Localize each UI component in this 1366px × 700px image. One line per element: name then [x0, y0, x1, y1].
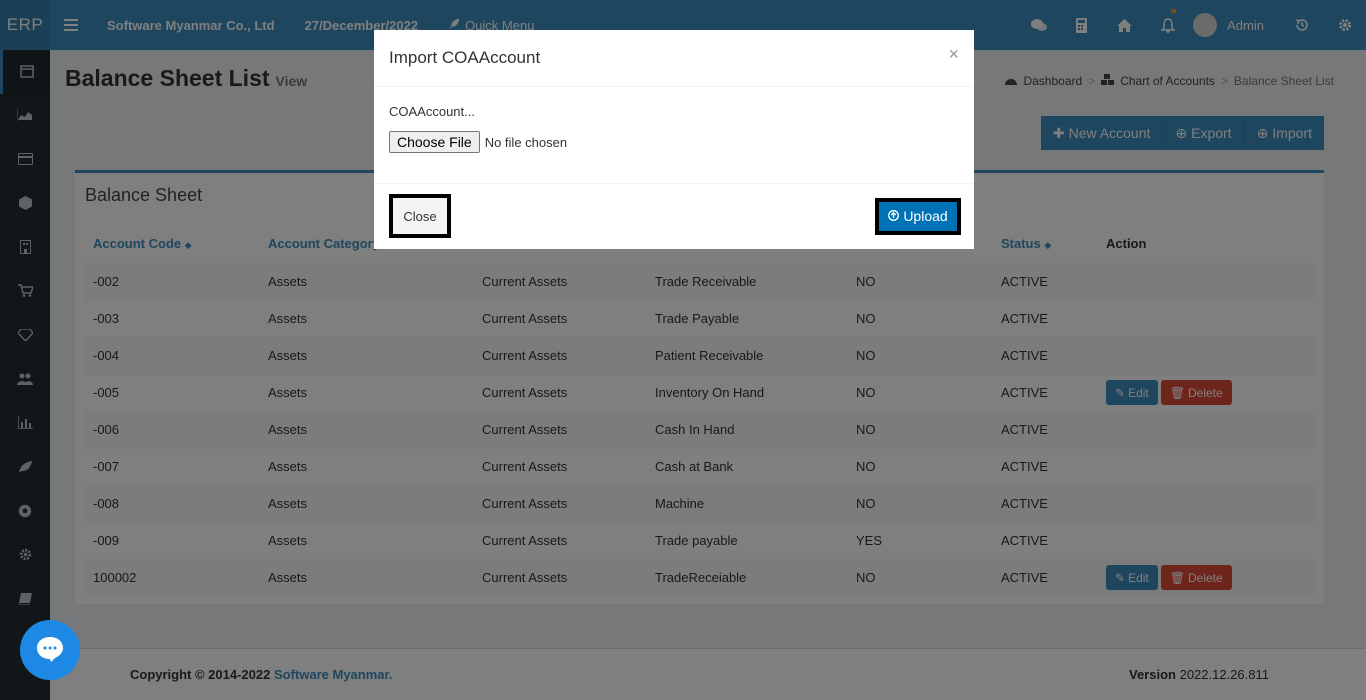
chat-bubble-icon [35, 635, 65, 666]
modal-title: Import COAAccount [389, 48, 541, 67]
file-status-text: No file chosen [484, 134, 568, 150]
modal-footer: Close Upload [374, 184, 974, 248]
file-input: Choose File No file chosen [389, 131, 959, 153]
import-modal: Import COAAccount × COAAccount... Choose… [374, 30, 974, 249]
upload-button-frame: Upload [875, 197, 961, 235]
chat-widget-button[interactable] [20, 620, 80, 680]
upload-icon [888, 208, 900, 224]
choose-file-button[interactable]: Choose File [389, 131, 480, 153]
modal-header: Import COAAccount [374, 30, 974, 87]
close-button[interactable]: Close [389, 194, 451, 238]
modal-body: COAAccount... Choose File No file chosen [374, 87, 974, 184]
close-icon[interactable]: × [948, 44, 959, 65]
upload-button[interactable]: Upload [879, 201, 957, 231]
file-field-label: COAAccount... [389, 104, 475, 119]
